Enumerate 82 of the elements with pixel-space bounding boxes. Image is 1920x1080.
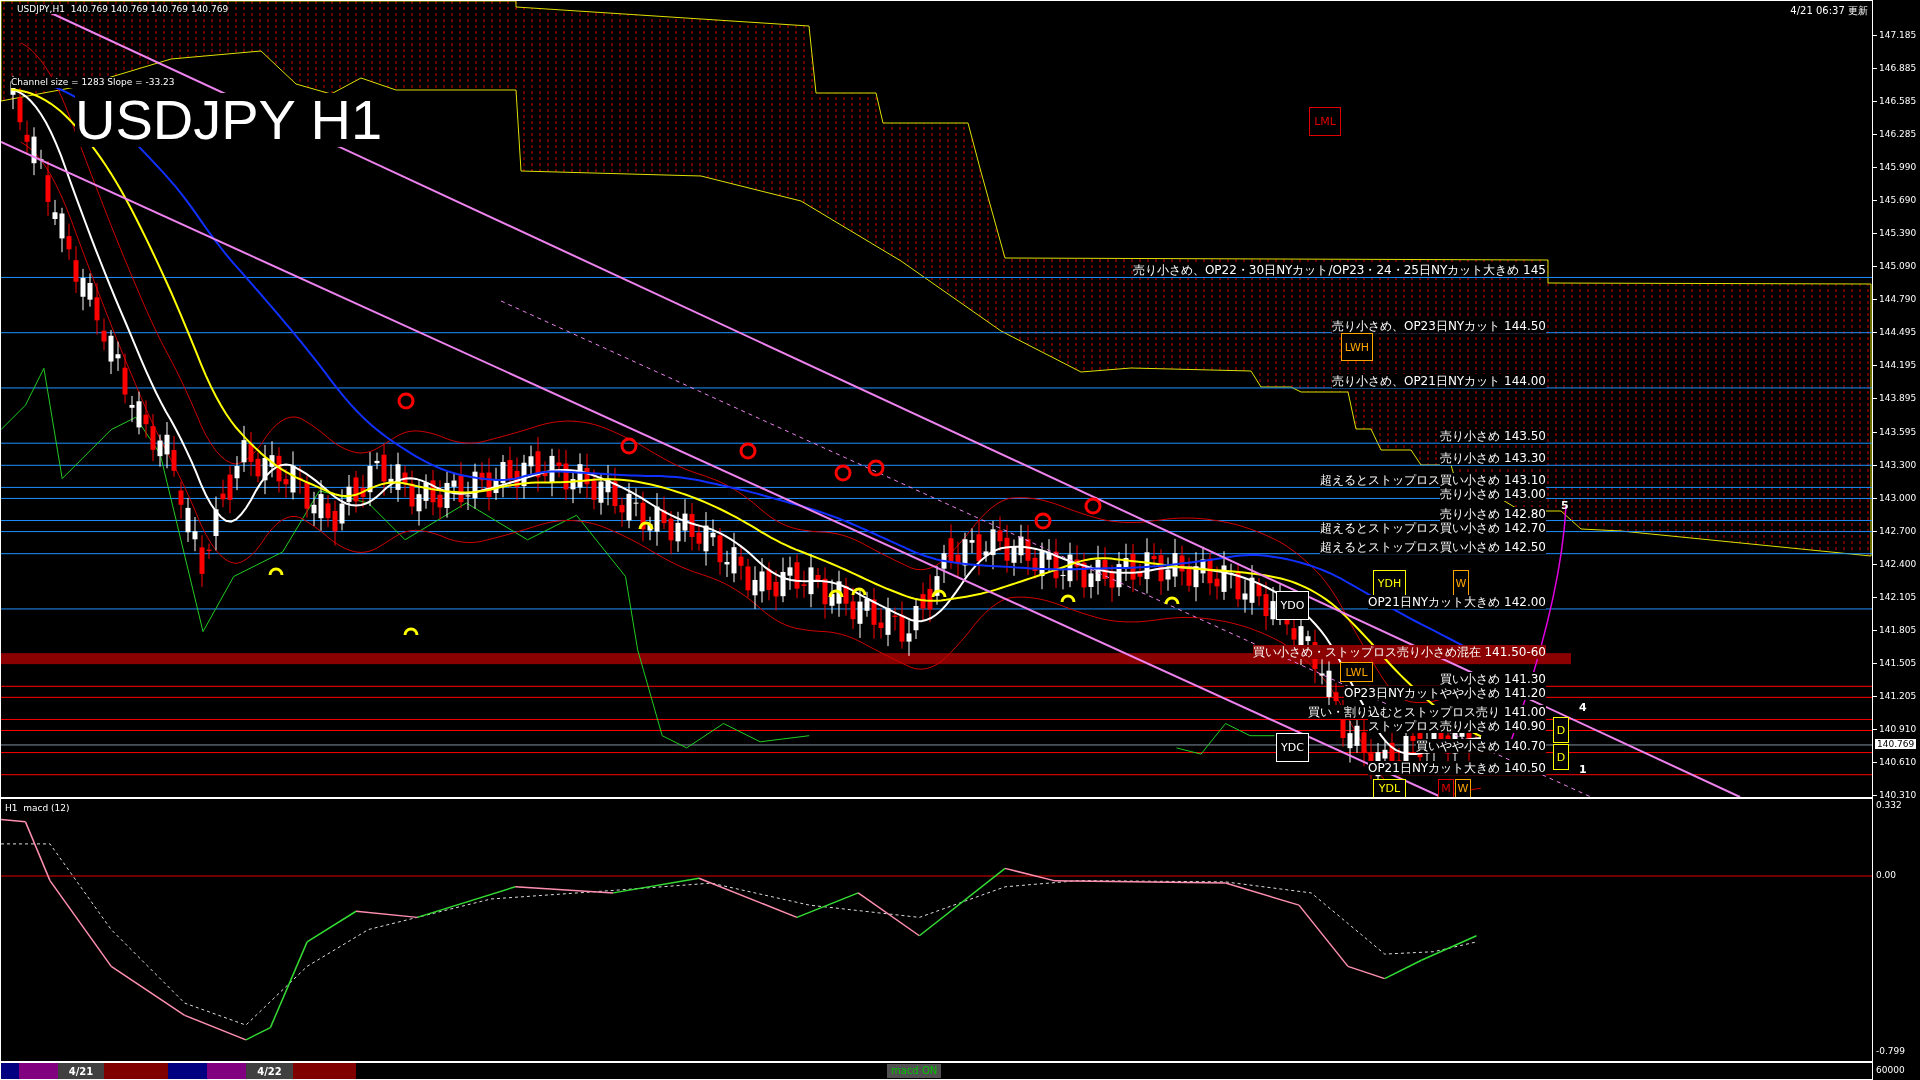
price-axis-label: 140.910 [1879, 723, 1917, 734]
circle-marker-icon [834, 464, 852, 482]
chart-marker: LWH [1341, 333, 1373, 361]
price-level-label: 売り小さめ 143.30 [1440, 451, 1546, 466]
price-level-label: 買い小さめ 141.30 [1440, 672, 1546, 687]
price-level-label: OP21日NYカット大きめ 142.00 [1367, 594, 1546, 609]
price-level-label: OP23日NYカットやや小さめ 141.20 [1343, 686, 1546, 701]
price-axis-label: 143.895 [1879, 393, 1917, 404]
circle-marker-icon [1084, 497, 1102, 515]
price-axis-label: 140.310 [1879, 790, 1917, 800]
price-axis-label: 143.000 [1879, 492, 1917, 503]
arc-marker-icon [268, 567, 284, 576]
volume-axis-label: 60000 [1876, 1065, 1905, 1075]
channel-info-text: Channel size = 1283 Slope = -33.23 [11, 77, 175, 88]
macd-axis-label: 0.00 [1876, 870, 1897, 880]
chart-marker: D [1553, 717, 1569, 743]
arc-marker-icon [1164, 596, 1180, 605]
price-axis-label: 145.390 [1879, 228, 1917, 239]
price-axis-label: 144.495 [1879, 327, 1917, 338]
price-axis-label: 145.990 [1879, 162, 1917, 173]
session-segment: 4/21 [58, 1063, 104, 1079]
price-axis-label: 140.610 [1879, 756, 1917, 767]
arc-marker-icon [403, 627, 419, 636]
price-axis-label: 142.105 [1879, 591, 1917, 602]
chart-marker: W [1453, 570, 1469, 597]
wave-count-label: 4 [1579, 701, 1587, 714]
macd-toggle-button[interactable]: macd ON [887, 1064, 942, 1078]
price-axis-label: 147.185 [1879, 30, 1917, 40]
chart-marker: YDO [1276, 591, 1309, 620]
price-axis-label: 142.400 [1879, 558, 1917, 569]
price-axis-label: 141.805 [1879, 624, 1917, 635]
current-price-tag: 140.769 [1875, 738, 1917, 749]
price-level-label: 超えるとストップロス買い小さめ 142.50 [1320, 539, 1546, 554]
circle-marker-icon [867, 459, 885, 477]
session-segment: 4/22 [246, 1063, 293, 1079]
macd-title: H1 macd (12) [5, 803, 70, 813]
price-axis-label: 144.790 [1879, 294, 1917, 305]
chart-title: USDJPY H1 [75, 93, 383, 147]
update-timestamp: 4/21 06:37 更新 [1790, 4, 1868, 18]
price-level-label: 売り小さめ、OP22・30日NYカット/OP23・24・25日NYカット大きめ 145 [1132, 263, 1546, 278]
price-axis-label: 141.205 [1879, 690, 1917, 701]
circle-marker-icon [1034, 512, 1052, 530]
chart-marker: LWL [1340, 662, 1373, 682]
price-level-label: 買いやや小さめ 140.70 [1416, 738, 1546, 753]
chart-marker: YDH [1373, 570, 1406, 597]
arc-marker-icon [828, 589, 844, 598]
price-axis-label: 146.585 [1879, 96, 1917, 107]
chart-marker: M [1438, 779, 1454, 797]
price-axis-label: 142.700 [1879, 525, 1917, 536]
price-axis-label: 145.090 [1879, 261, 1917, 272]
price-level-label: 超えるとストップロス買い小さめ 143.10 [1320, 473, 1546, 488]
price-level-label: 買い・割り込むとストップロス売り 141.00 [1308, 705, 1546, 720]
circle-marker-icon [620, 437, 638, 455]
macd-axis-label: 0.332 [1876, 800, 1902, 810]
macd-axis-label: -0.799 [1876, 1046, 1905, 1056]
price-axis-label: 143.595 [1879, 426, 1917, 437]
price-level-label: 買い小さめ・ストップロス売り小さめ混在 141.50-60 [1252, 644, 1546, 659]
chart-marker: D [1553, 744, 1569, 770]
arc-marker-icon [1060, 594, 1076, 603]
price-level-label: 売り小さめ 142.80 [1440, 506, 1546, 521]
arc-marker-icon [638, 521, 654, 530]
price-axis-label: 146.285 [1879, 129, 1917, 140]
circle-marker-icon [397, 392, 415, 410]
price-axis-label: 146.885 [1879, 63, 1917, 74]
price-level-label: ストップロス売り小さめ 140.90 [1368, 719, 1546, 734]
symbol-quote-text: USDJPY,H1 140.769 140.769 140.769 140.769 [17, 4, 229, 14]
price-level-label: OP21日NYカット大きめ 140.50 [1367, 760, 1546, 775]
wave-count-label: 1 [1579, 763, 1587, 776]
chart-marker: W [1455, 779, 1471, 797]
chart-marker: LML [1309, 107, 1341, 136]
price-level-label: 売り小さめ 143.50 [1440, 429, 1546, 444]
arc-marker-icon [931, 589, 947, 598]
price-axis-label: 144.195 [1879, 360, 1917, 371]
price-axis-label: 145.690 [1879, 195, 1917, 206]
chart-marker: YDC [1276, 733, 1309, 762]
chart-marker: YDL [1373, 779, 1406, 797]
wave-count-label: 5 [1561, 499, 1569, 512]
circle-marker-icon [739, 442, 757, 460]
price-axis-label: 143.300 [1879, 459, 1917, 470]
price-axis-label: 141.505 [1879, 657, 1917, 668]
price-level-label: 売り小さめ 143.00 [1440, 487, 1546, 502]
arc-marker-icon [851, 587, 867, 596]
